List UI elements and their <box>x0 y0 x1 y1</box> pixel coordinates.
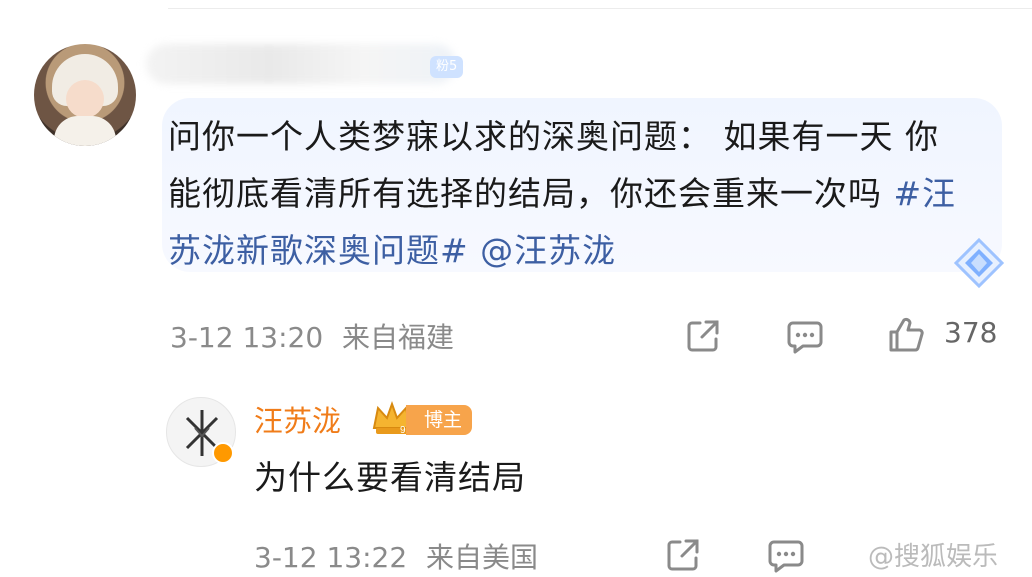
share-icon[interactable] <box>684 317 722 355</box>
like-count: 378 <box>944 316 998 349</box>
verified-icon <box>212 442 234 464</box>
reply-share-icon[interactable] <box>664 536 702 574</box>
mention-link[interactable]: @汪苏泷 <box>480 231 616 270</box>
reply-comment-icon[interactable] <box>766 537 806 575</box>
comment-text: 问你一个人类梦寐以求的深奥问题： 如果有一天 你能彻底看清所有选择的结局，你还会… <box>168 108 968 279</box>
top-divider <box>168 8 1032 9</box>
comment-meta: 3-12 13:20 来自福建 <box>170 316 454 356</box>
reply-timestamp: 3-12 13:22 <box>254 541 408 574</box>
reply-text: 为什么要看清结局 <box>254 458 526 497</box>
watermark: @搜狐娱乐 <box>868 542 999 572</box>
diamond-icon <box>953 237 1005 289</box>
reply-meta: 3-12 13:22 来自美国 <box>254 536 538 576</box>
commenter-avatar[interactable] <box>34 44 136 146</box>
watermark-text: 搜狐娱乐 <box>894 542 999 572</box>
comment-timestamp: 3-12 13:20 <box>170 321 324 354</box>
reply-author-name[interactable]: 汪苏泷 <box>254 398 341 440</box>
like-icon[interactable] <box>886 315 926 355</box>
comment-icon[interactable] <box>785 318 825 356</box>
fan-level-badge: 粉5 <box>430 56 464 78</box>
commenter-name-redacted <box>146 44 456 84</box>
comment-location: 来自福建 <box>342 321 455 354</box>
comment-body: 问你一个人类梦寐以求的深奥问题： 如果有一天 你能彻底看清所有选择的结局，你还会… <box>168 117 939 213</box>
reply-location: 来自美国 <box>426 541 539 574</box>
blogger-badge: 博主 <box>406 405 473 435</box>
